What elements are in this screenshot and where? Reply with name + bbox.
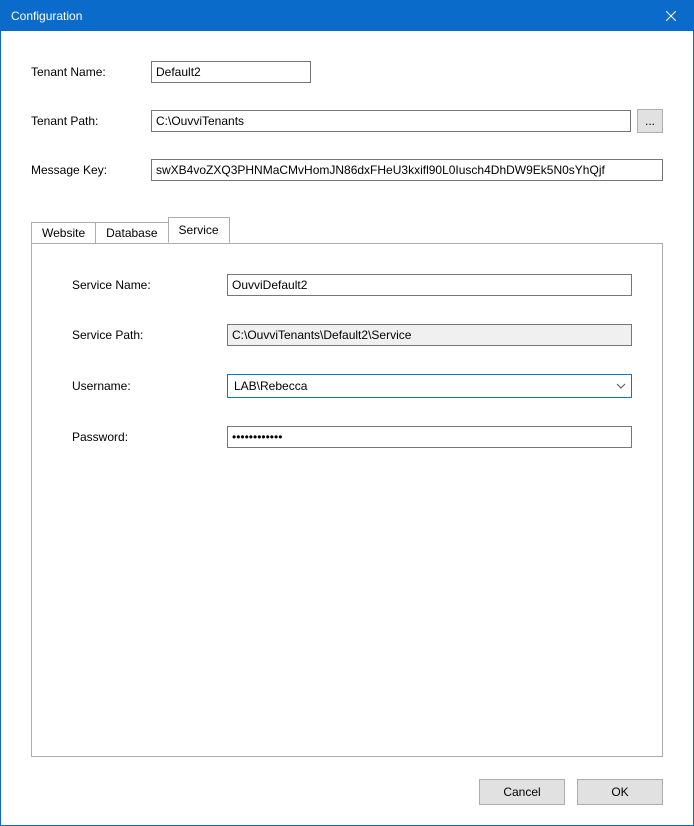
username-row: Username: bbox=[72, 374, 632, 398]
service-path-input bbox=[227, 324, 632, 346]
tenant-path-label: Tenant Path: bbox=[31, 114, 151, 128]
service-name-label: Service Name: bbox=[72, 278, 227, 292]
ok-button[interactable]: OK bbox=[577, 779, 663, 805]
tab-strip: Website Database Service bbox=[31, 217, 663, 243]
browse-button[interactable]: ... bbox=[637, 109, 663, 133]
tenant-name-input[interactable] bbox=[151, 61, 311, 83]
titlebar: Configuration bbox=[1, 1, 693, 31]
tab-container: Website Database Service Service Name: S… bbox=[31, 217, 663, 757]
service-path-row: Service Path: bbox=[72, 324, 632, 346]
username-combobox[interactable] bbox=[227, 374, 632, 398]
service-path-label: Service Path: bbox=[72, 328, 227, 342]
password-row: Password: bbox=[72, 426, 632, 448]
username-label: Username: bbox=[72, 379, 227, 393]
window-title: Configuration bbox=[11, 9, 82, 23]
tenant-path-input[interactable] bbox=[151, 110, 631, 132]
password-label: Password: bbox=[72, 430, 227, 444]
tenant-name-row: Tenant Name: bbox=[31, 61, 663, 83]
tenant-name-label: Tenant Name: bbox=[31, 65, 151, 79]
cancel-button[interactable]: Cancel bbox=[479, 779, 565, 805]
close-button[interactable] bbox=[648, 1, 693, 31]
message-key-row: Message Key: bbox=[31, 159, 663, 181]
tenant-path-row: Tenant Path: ... bbox=[31, 109, 663, 133]
content-area: Tenant Name: Tenant Path: ... Message Ke… bbox=[1, 31, 693, 767]
configuration-window: Configuration Tenant Name: Tenant Path: … bbox=[0, 0, 694, 826]
password-input[interactable] bbox=[227, 426, 632, 448]
footer: Cancel OK bbox=[1, 767, 693, 825]
close-icon bbox=[666, 11, 676, 21]
service-name-input[interactable] bbox=[227, 274, 632, 296]
service-name-row: Service Name: bbox=[72, 274, 632, 296]
tab-database[interactable]: Database bbox=[95, 222, 168, 244]
message-key-input[interactable] bbox=[151, 159, 663, 181]
service-panel: Service Name: Service Path: Username: bbox=[31, 243, 663, 757]
tab-website[interactable]: Website bbox=[31, 222, 96, 244]
tab-service[interactable]: Service bbox=[168, 217, 230, 243]
message-key-label: Message Key: bbox=[31, 163, 151, 177]
